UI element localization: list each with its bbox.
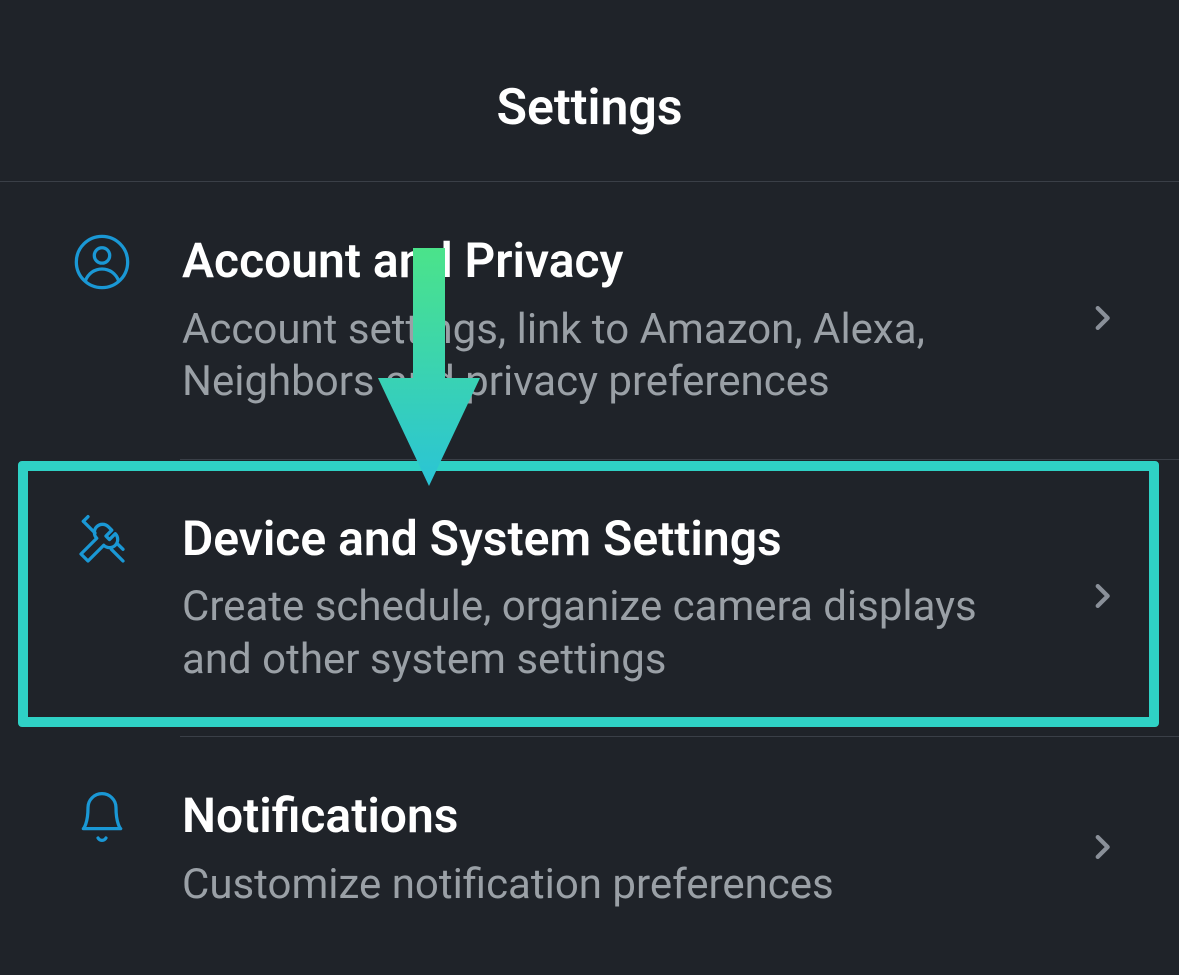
tools-icon	[72, 510, 132, 570]
row-title: Account and Privacy	[182, 232, 1039, 290]
settings-row-account-privacy[interactable]: Account and Privacy Account settings, li…	[0, 182, 1179, 459]
user-icon	[72, 232, 132, 292]
chevron-right-icon	[1085, 830, 1119, 868]
row-subtitle: Account settings, link to Amazon, Alexa,…	[182, 304, 1039, 409]
chevron-right-icon	[1085, 579, 1119, 617]
row-content: Device and System Settings Create schedu…	[182, 510, 1119, 687]
bell-icon	[72, 787, 132, 847]
row-title: Notifications	[182, 787, 1039, 845]
chevron-right-icon	[1085, 301, 1119, 339]
row-title: Device and System Settings	[182, 510, 1039, 568]
row-subtitle: Create schedule, organize camera display…	[182, 581, 1039, 686]
row-content: Notifications Customize notification pre…	[182, 787, 1119, 911]
header: Settings	[0, 0, 1179, 182]
page-title: Settings	[496, 79, 682, 137]
settings-row-notifications[interactable]: Notifications Customize notification pre…	[0, 737, 1179, 961]
settings-row-device-system[interactable]: Device and System Settings Create schedu…	[0, 460, 1179, 737]
row-content: Account and Privacy Account settings, li…	[182, 232, 1119, 409]
settings-list: Account and Privacy Account settings, li…	[0, 182, 1179, 961]
row-subtitle: Customize notification preferences	[182, 859, 1039, 912]
